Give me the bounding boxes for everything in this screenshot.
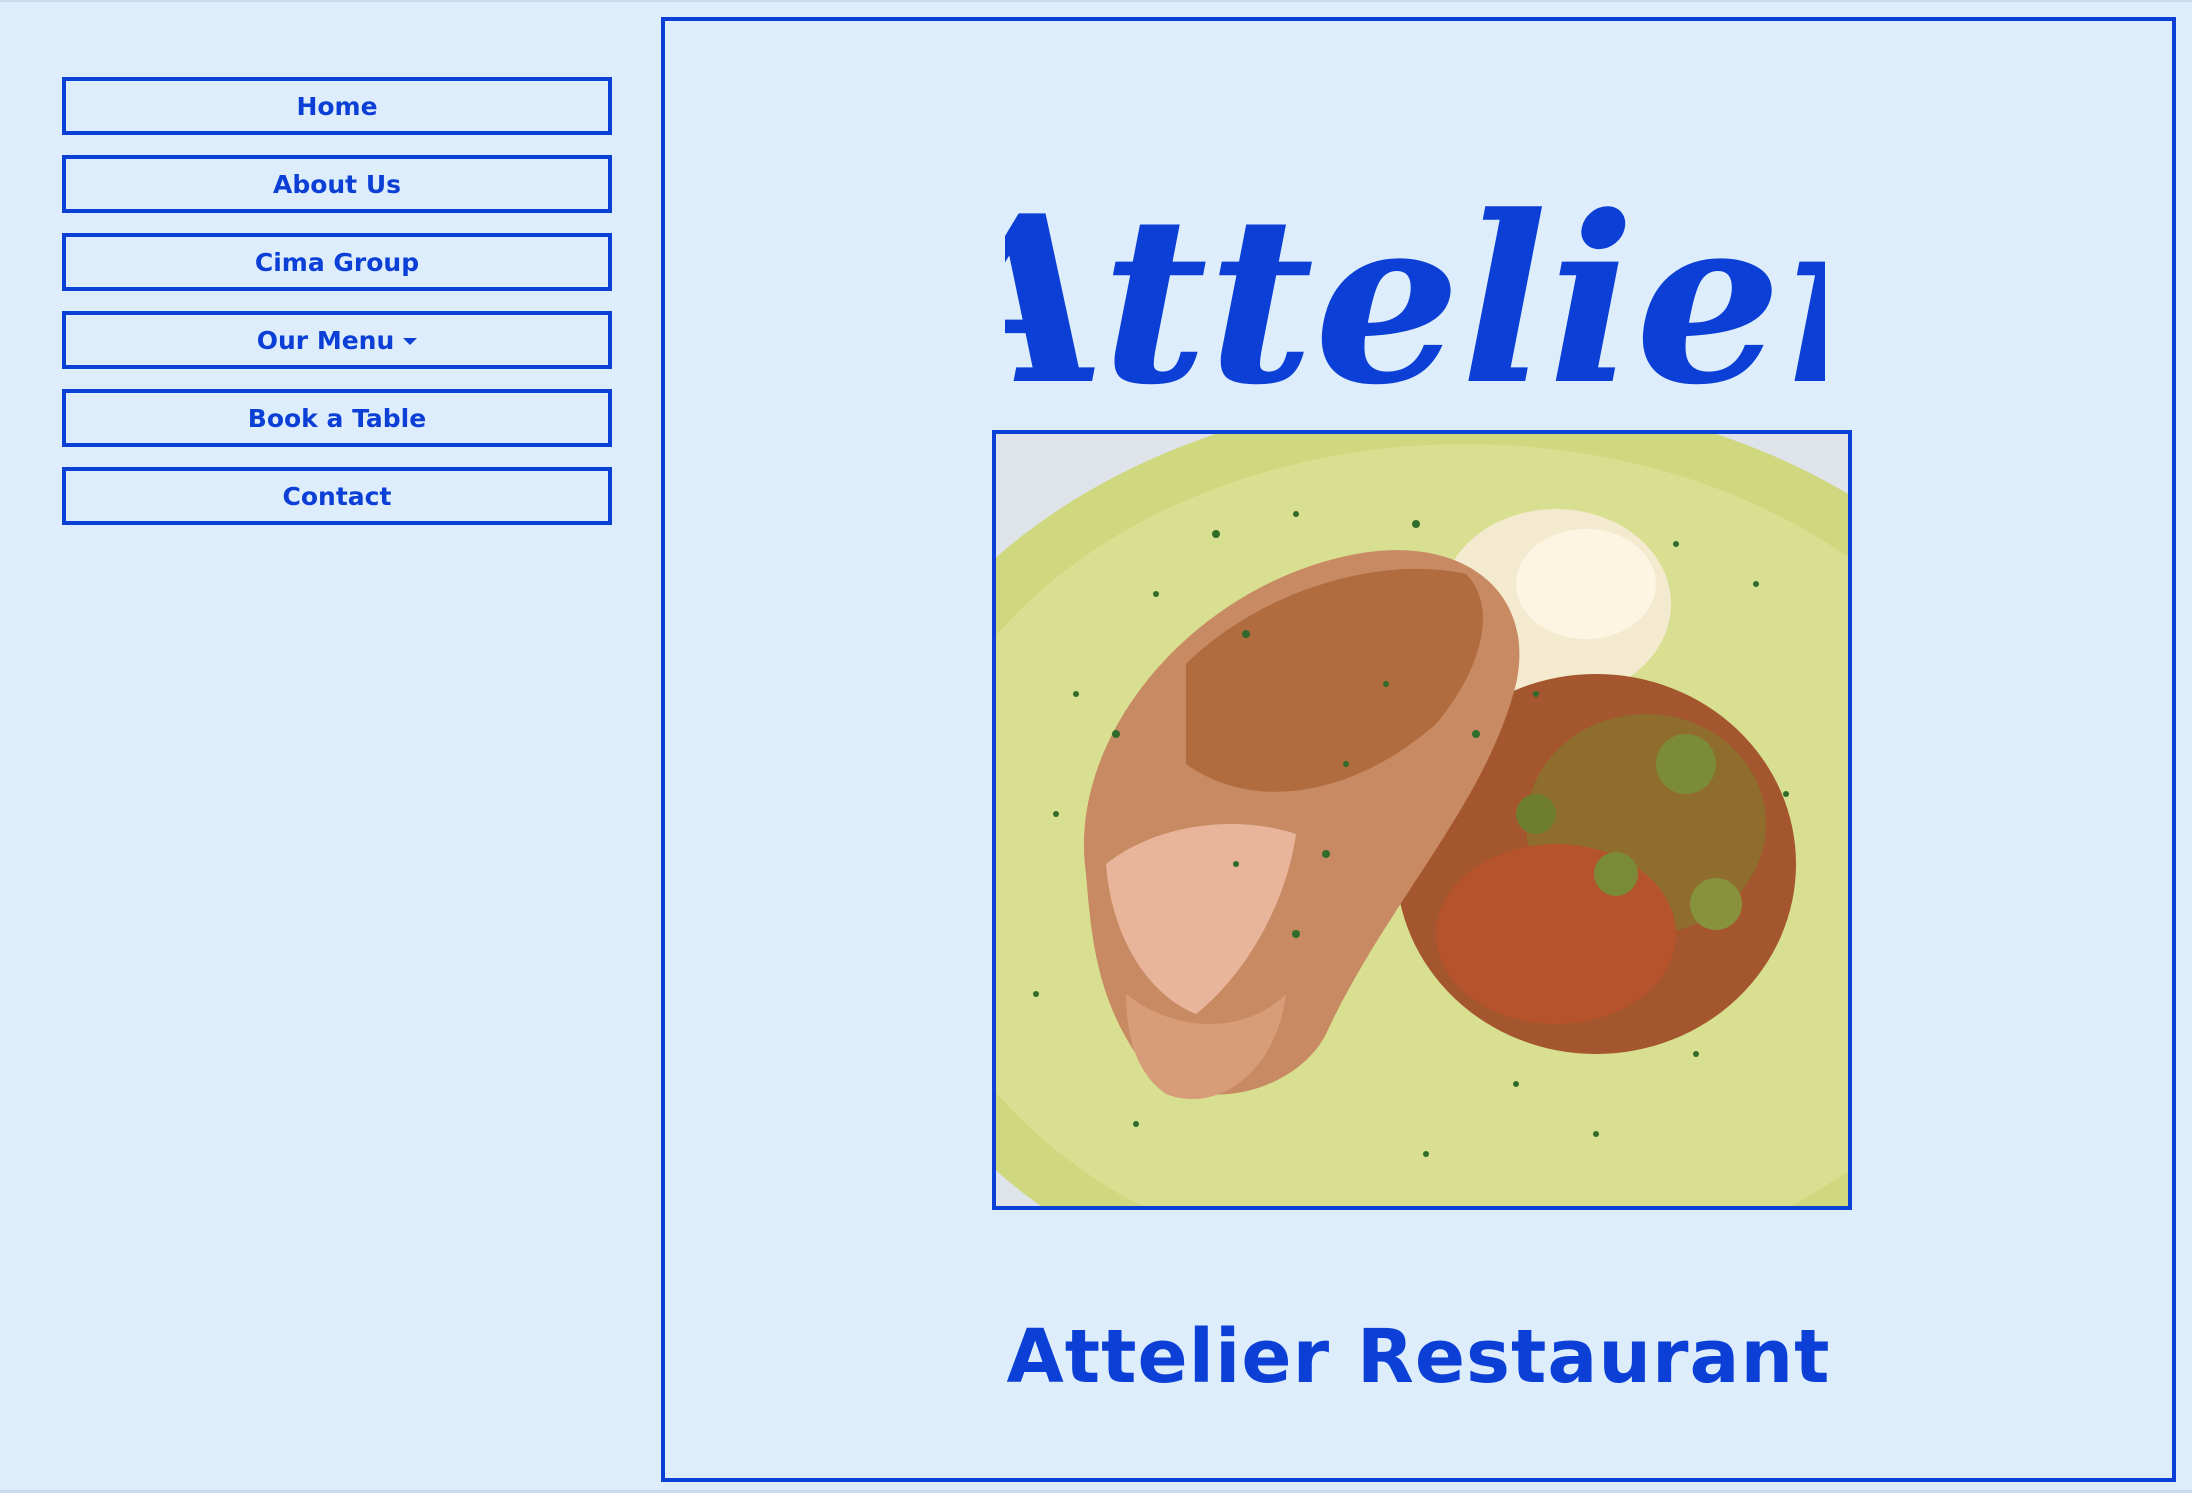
nav-book-a-table-label: Book a Table	[247, 403, 427, 433]
nav-our-menu-dropdown[interactable]: Our Menu	[62, 311, 612, 369]
dish-image	[996, 434, 1848, 1206]
nav-cima-group-label: Cima Group	[254, 247, 420, 277]
dish-photo	[992, 430, 1852, 1210]
nav-about-us-button[interactable]: About Us	[62, 155, 612, 213]
attelier-logo: Attelier	[1005, 171, 1825, 421]
page-title: Attelier Restaurant	[1006, 1313, 1831, 1400]
nav-home-button[interactable]: Home	[62, 77, 612, 135]
sidebar-nav: Home About Us Cima Group Our Menu Book a…	[62, 77, 612, 545]
nav-home-label: Home	[296, 91, 378, 121]
nav-book-a-table-button[interactable]: Book a Table	[62, 389, 612, 447]
nav-contact-label: Contact	[282, 481, 392, 511]
nav-our-menu-label: Our Menu	[256, 325, 395, 355]
nav-contact-button[interactable]: Contact	[62, 467, 612, 525]
main-content: Attelier	[661, 17, 2176, 1482]
top-divider	[0, 0, 2192, 2]
nav-cima-group-button[interactable]: Cima Group	[62, 233, 612, 291]
caret-down-icon	[403, 338, 418, 345]
logo-text: Attelier	[1005, 171, 1825, 421]
nav-about-us-label: About Us	[272, 169, 402, 199]
